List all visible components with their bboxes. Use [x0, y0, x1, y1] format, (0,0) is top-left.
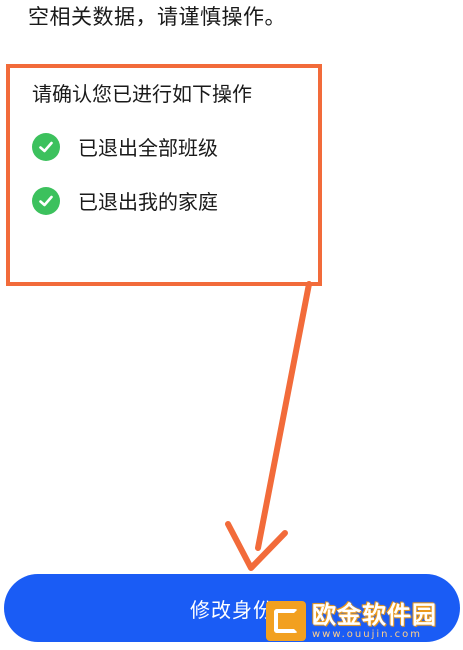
- check-item-label: 已退出我的家庭: [78, 190, 218, 214]
- screen: 空相关数据，请谨慎操作。 请确认您已进行如下操作 已退出全部班级 已退出我的家庭…: [0, 0, 463, 650]
- confirm-title: 请确认您已进行如下操作: [32, 82, 252, 106]
- confirm-panel: 请确认您已进行如下操作 已退出全部班级 已退出我的家庭: [6, 64, 322, 286]
- check-circle-icon: [32, 186, 60, 215]
- check-item-exit-classes: 已退出全部班级: [32, 132, 218, 161]
- check-item-exit-family: 已退出我的家庭: [32, 186, 218, 215]
- watermark-title: 欧金软件园: [312, 601, 437, 629]
- watermark-subtitle: www.ouujin.com: [312, 629, 423, 640]
- watermark-logo-icon: [266, 601, 306, 641]
- watermark: 欧金软件园 www.ouujin.com: [266, 598, 460, 644]
- check-item-label: 已退出全部班级: [78, 136, 218, 160]
- warning-text: 空相关数据，请谨慎操作。: [28, 5, 286, 29]
- check-circle-icon: [32, 132, 60, 161]
